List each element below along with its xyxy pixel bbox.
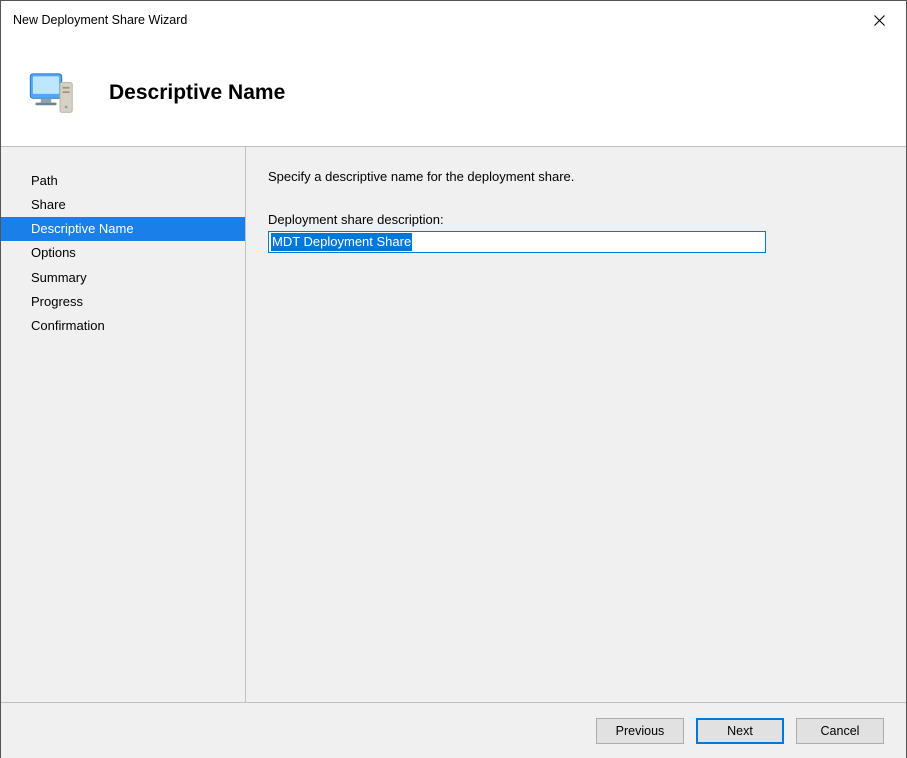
- wizard-steps-sidebar: Path Share Descriptive Name Options Summ…: [1, 147, 245, 702]
- close-icon: [874, 15, 885, 26]
- cancel-button[interactable]: Cancel: [796, 718, 884, 744]
- computer-icon: [25, 65, 81, 121]
- description-input[interactable]: MDT Deployment Share: [268, 231, 766, 253]
- wizard-footer: Previous Next Cancel: [1, 702, 906, 758]
- description-label: Deployment share description:: [268, 212, 884, 227]
- wizard-header: Descriptive Name: [1, 39, 906, 147]
- step-summary[interactable]: Summary: [1, 266, 245, 290]
- instruction-text: Specify a descriptive name for the deplo…: [268, 169, 884, 184]
- step-options[interactable]: Options: [1, 241, 245, 265]
- window-title: New Deployment Share Wizard: [13, 13, 187, 27]
- step-share[interactable]: Share: [1, 193, 245, 217]
- close-button[interactable]: [856, 4, 902, 36]
- step-progress[interactable]: Progress: [1, 290, 245, 314]
- step-confirmation[interactable]: Confirmation: [1, 314, 245, 338]
- description-input-value: MDT Deployment Share: [271, 233, 412, 251]
- next-button[interactable]: Next: [696, 718, 784, 744]
- wizard-body: Path Share Descriptive Name Options Summ…: [1, 147, 906, 702]
- wizard-main-panel: Specify a descriptive name for the deplo…: [245, 147, 906, 702]
- previous-button[interactable]: Previous: [596, 718, 684, 744]
- titlebar: New Deployment Share Wizard: [1, 1, 906, 39]
- step-descriptive-name[interactable]: Descriptive Name: [1, 217, 245, 241]
- step-path[interactable]: Path: [1, 169, 245, 193]
- wizard-heading: Descriptive Name: [109, 81, 285, 105]
